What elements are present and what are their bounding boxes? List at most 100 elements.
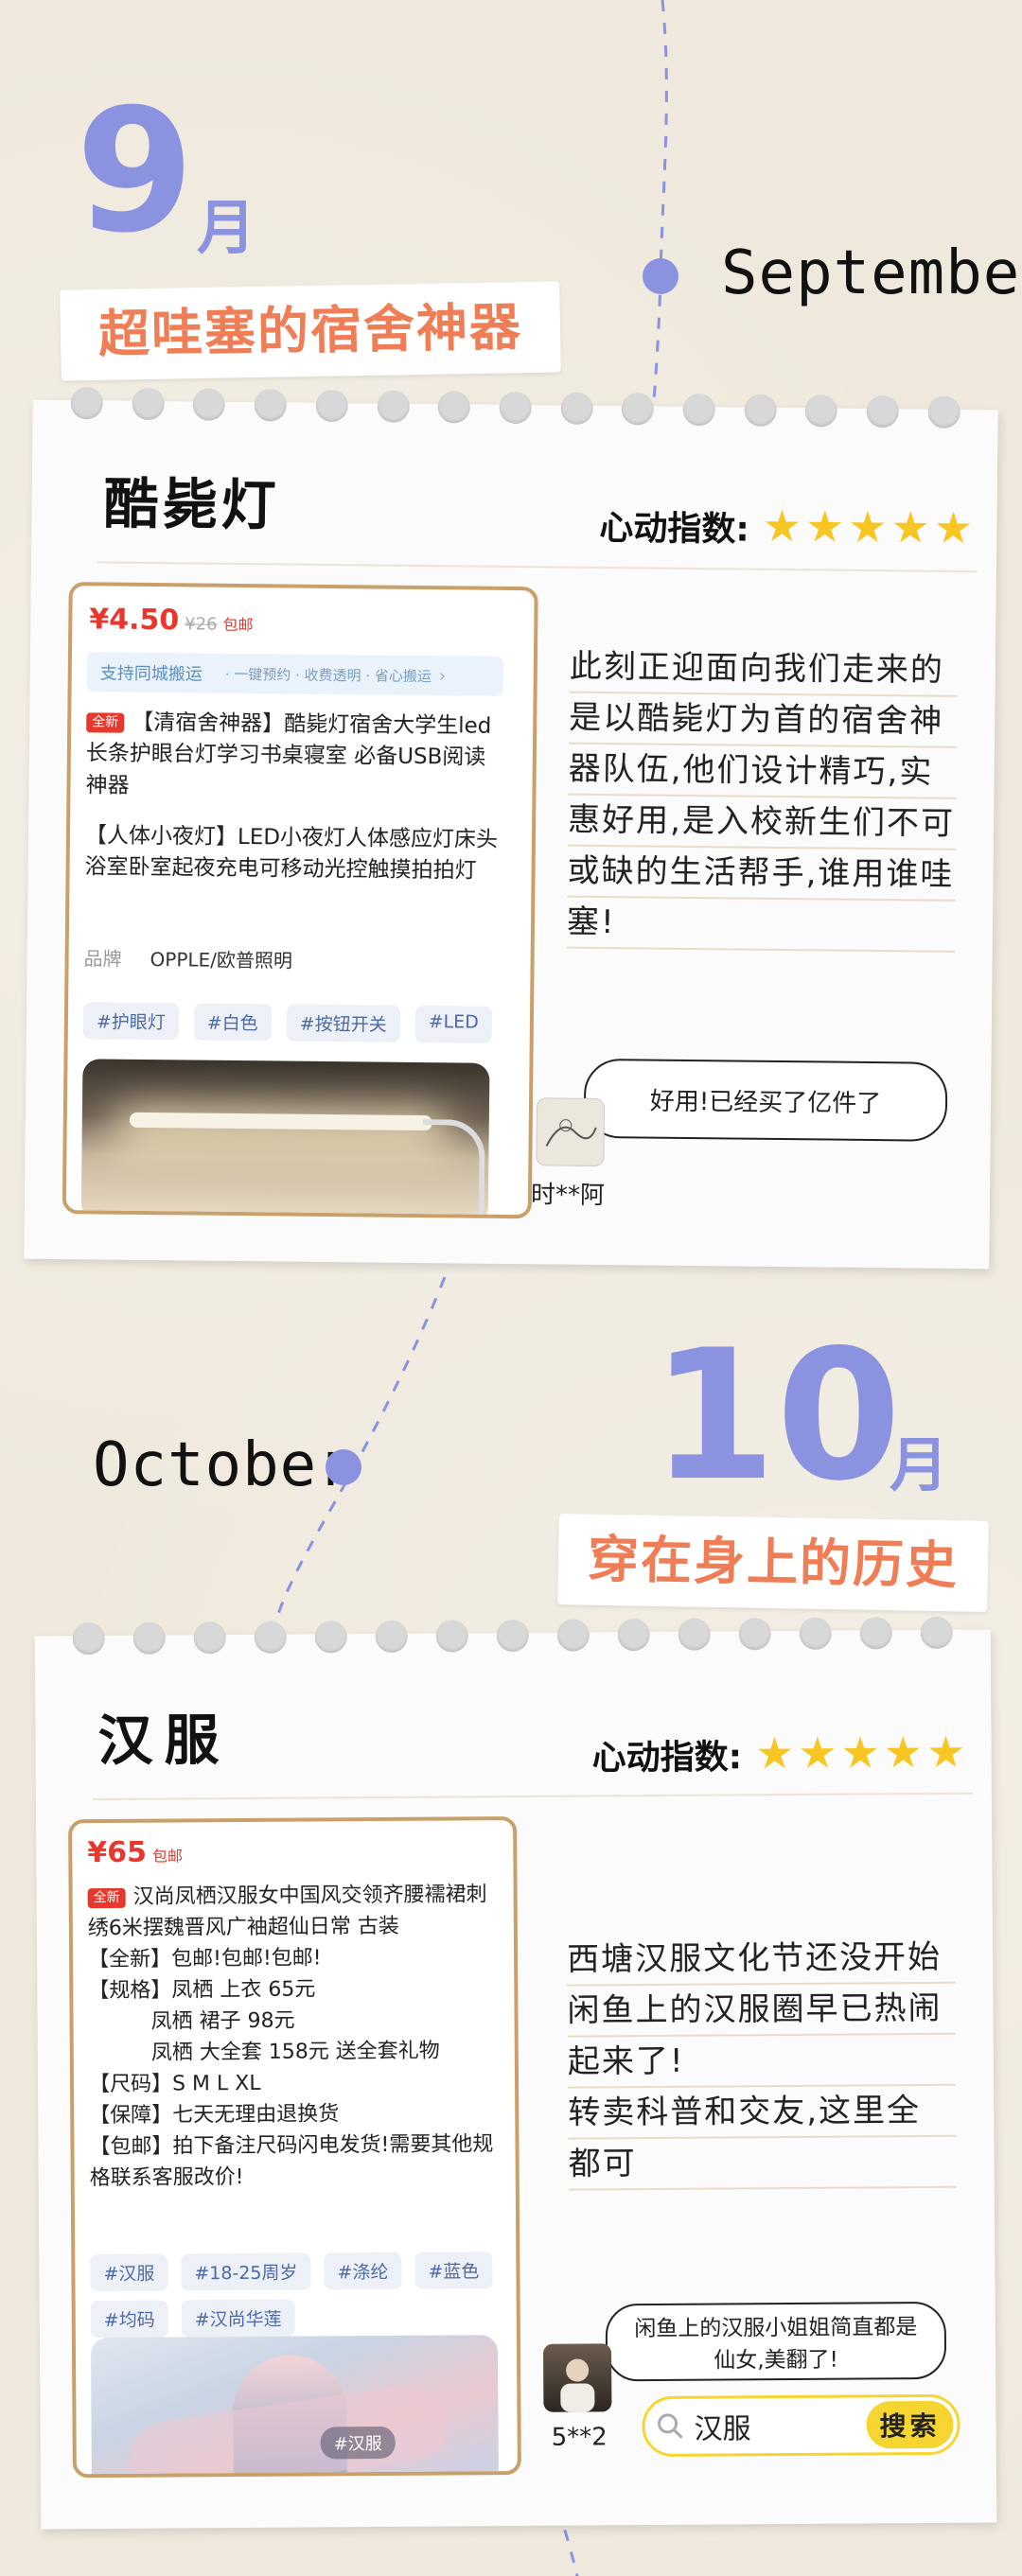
description: 此刻正迎面向我们走来的 是以酷毙灯为首的宿舍神 器队伍,他们设计精巧,实 惠好用… xyxy=(566,641,959,953)
listing-line: 【保障】七天无理由退换货 xyxy=(89,2102,340,2129)
shipping-label: 包邮 xyxy=(151,1847,184,1866)
description-line: 起来了! xyxy=(567,2034,957,2089)
tag-list: #汉服 #18-25周岁 #涤纶 #蓝色 #均码 #汉尚华莲 xyxy=(90,2252,507,2339)
tag[interactable]: #汉尚华莲 xyxy=(181,2299,295,2338)
description: 西塘汉服文化节还没开始 闲鱼上的汉服圈早已热闹 起来了! 转卖科普和交友,这里全… xyxy=(566,1932,957,2191)
listing-line: 【规格】凤栖 上衣 65元 xyxy=(88,1977,316,2004)
listing-subtitle: 【人体小夜灯】LED小夜灯人体感应灯床头浴室卧室起夜充电可移动光控触摸拍拍灯 xyxy=(84,823,499,884)
banner-text: 穿在身上的历史 xyxy=(587,1529,960,1596)
shipping-label: 包邮 xyxy=(222,615,254,635)
commenter-name: 时**阿 xyxy=(530,1181,606,1211)
tag[interactable]: #按钮开关 xyxy=(286,1004,400,1043)
commenter-avatar[interactable] xyxy=(536,1097,606,1167)
rating-stars: ★★★★★ xyxy=(751,1726,966,1779)
rating-label: 心动指数: xyxy=(599,508,750,550)
new-tag: 全新 xyxy=(86,712,125,733)
lamp-cable xyxy=(421,1119,485,1219)
service-bar[interactable]: 支持同城搬运 · 一键预约 · 收费透明 · 省心搬运 › xyxy=(86,652,503,696)
listing-line: 凤栖 大全套 158元 送全套礼物 xyxy=(150,2039,440,2065)
description-line: 闲鱼上的汉服圈早已热闹 xyxy=(567,1983,956,2038)
listing-title-text: 汉尚凤栖汉服女中国风交领齐腰襦裙刺绣6米摆魏晋风广袖超仙日常 古装 xyxy=(87,1883,487,1941)
page: 9 月 September 超哇塞的宿舍神器 酷毙灯 心动指数: ★★★★★ ¥… xyxy=(0,0,1022,2576)
section-banner: 超哇塞的宿舍神器 xyxy=(60,281,561,381)
star-icon: ★ xyxy=(883,1726,924,1779)
service-tags: · 一键预约 · 收费透明 · 省心搬运 xyxy=(224,665,432,685)
search-box[interactable]: 汉服 搜索 xyxy=(642,2393,960,2458)
month-number: 9 xyxy=(76,73,195,271)
listing-price: ¥4.50 ¥26 包邮 xyxy=(89,603,254,638)
star-icon: ★ xyxy=(840,1726,880,1779)
timeline-dot xyxy=(326,1449,361,1485)
new-tag: 全新 xyxy=(87,1887,126,1908)
product-card: 汉服 心动指数: ★★★★★ ¥65 包邮 全新 汉尚凤栖汉服女中国风交领齐腰襦裙刺… xyxy=(34,1616,997,2530)
lamp-bar xyxy=(129,1112,432,1131)
product-name: 汉服 xyxy=(97,1708,231,1774)
star-icon: ★ xyxy=(925,1726,966,1778)
description-line: 都可 xyxy=(568,2136,957,2191)
chevron-right-icon: › xyxy=(438,665,447,686)
commenter-avatar[interactable] xyxy=(542,2343,612,2412)
person-avatar-icon xyxy=(560,2358,595,2412)
star-icon: ★ xyxy=(933,501,974,554)
notebook-holes xyxy=(35,1616,991,1660)
product-name: 酷毙灯 xyxy=(103,471,280,538)
rating: 心动指数: ★★★★★ xyxy=(591,1726,966,1780)
description-line: 器队伍,他们设计精巧,实 xyxy=(568,744,957,799)
product-card: 酷毙灯 心动指数: ★★★★★ ¥4.50 ¥26 包邮 支持同城搬运 · 一键预约… xyxy=(24,387,998,1270)
old-price: ¥26 xyxy=(185,614,218,635)
comment-bubble: 好用!已经买了亿件了 xyxy=(583,1058,948,1142)
commenter-name: 5**2 xyxy=(551,2423,608,2452)
tag[interactable]: #涤纶 xyxy=(324,2252,402,2290)
brand-value: OPPLE/欧普照明 xyxy=(150,948,293,973)
banner-text: 超哇塞的宿舍神器 xyxy=(97,297,523,364)
month-unit: 月 xyxy=(197,193,256,262)
star-icon: ★ xyxy=(848,500,888,553)
tag[interactable]: #蓝色 xyxy=(414,2252,493,2289)
listing-line: 【全新】包邮!包邮!包邮! xyxy=(88,1946,322,1972)
service-label: 支持同城搬运 xyxy=(99,663,203,685)
star-icon: ★ xyxy=(890,501,931,553)
price-value: ¥4.50 xyxy=(89,603,180,638)
month-english: September xyxy=(721,238,1022,308)
section-banner: 穿在身上的历史 xyxy=(557,1514,989,1612)
search-icon xyxy=(658,2413,683,2439)
tag[interactable]: #白色 xyxy=(193,1003,272,1042)
listing-details: 全新 汉尚凤栖汉服女中国风交领齐腰襦裙刺绣6米摆魏晋风广袖超仙日常 古装 【全新】… xyxy=(87,1879,497,2194)
price-value: ¥65 xyxy=(87,1835,148,1870)
comment-bubble: 闲鱼上的汉服小姐姐简直都是仙女,美翻了! xyxy=(605,2301,947,2382)
month-number: 10 xyxy=(651,1311,902,1520)
tag[interactable]: #LED xyxy=(414,1005,493,1043)
star-icon: ★ xyxy=(754,1726,795,1779)
star-icon: ★ xyxy=(804,500,845,552)
listing-screenshot[interactable]: ¥4.50 ¥26 包邮 支持同城搬运 · 一键预约 · 收费透明 · 省心搬运 ›… xyxy=(62,582,538,1219)
tag[interactable]: #均码 xyxy=(90,2300,168,2339)
brand-label: 品牌 xyxy=(83,947,122,971)
description-line: 是以酷毙灯为首的宿舍神 xyxy=(569,692,958,748)
description-line: 此刻正迎面向我们走来的 xyxy=(569,641,959,697)
description-line: 转卖科普和交友,这里全 xyxy=(568,2085,957,2140)
listing-title: 全新 【清宿舍神器】酷毙灯宿舍大学生led长条护眼台灯学习书桌寝室 必备USB阅读… xyxy=(85,707,502,806)
search-input[interactable]: 汉服 xyxy=(694,2405,750,2446)
search-button[interactable]: 搜索 xyxy=(866,2400,954,2449)
star-icon: ★ xyxy=(762,499,802,552)
tag[interactable]: #护眼灯 xyxy=(82,1002,180,1041)
sketch-avatar-icon xyxy=(545,1119,597,1147)
description-line: 或缺的生活帮手,谁用谁哇 xyxy=(567,846,956,902)
divider xyxy=(97,561,978,573)
hanfu-photo: #汉服 xyxy=(90,2335,500,2479)
listing-screenshot[interactable]: ¥65 包邮 全新 汉尚凤栖汉服女中国风交领齐腰襦裙刺绣6米摆魏晋风广袖超仙日常 古… xyxy=(68,1815,521,2479)
image-tag[interactable]: #汉服 xyxy=(320,2426,396,2460)
rating: 心动指数: ★★★★★ xyxy=(599,500,973,553)
description-line: 惠好用,是入校新生们不可 xyxy=(567,795,957,850)
description-line: 塞! xyxy=(566,897,956,953)
listing-line: 【尺码】S M L XL xyxy=(88,2071,261,2097)
rating-stars: ★★★★★ xyxy=(759,500,974,554)
star-icon: ★ xyxy=(798,1726,837,1779)
listing-line: 【包邮】拍下备注尺码闪电发货!需要其他规格联系客服改价! xyxy=(89,2132,494,2191)
listing-line: 凤栖 裙子 98元 xyxy=(150,2008,295,2034)
tag-list: #护眼灯 #白色 #按钮开关 #LED xyxy=(82,1002,509,1043)
tag[interactable]: #18-25周岁 xyxy=(181,2252,311,2291)
description-line: 西塘汉服文化节还没开始 xyxy=(566,1932,956,1987)
tag[interactable]: #汉服 xyxy=(90,2253,168,2292)
listing-price: ¥65 包邮 xyxy=(87,1835,183,1869)
